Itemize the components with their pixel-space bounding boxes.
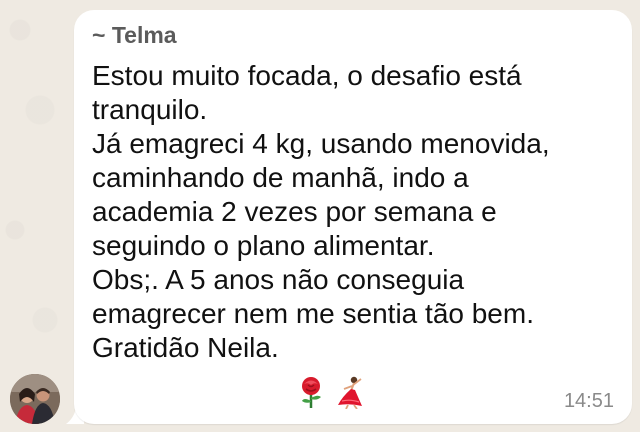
message-text: Estou muito focada, o desafio está tranq… [92, 60, 550, 363]
chat-area: ~ Telma Estou muito focada, o desafio es… [0, 0, 640, 432]
emoji-group [294, 374, 374, 410]
profile-photo-icon [10, 374, 60, 424]
message-time: 14:51 [563, 390, 614, 412]
rose-emoji-icon [294, 375, 328, 409]
message-bubble[interactable]: ~ Telma Estou muito focada, o desafio es… [74, 10, 632, 424]
sender-avatar[interactable] [10, 374, 60, 424]
sender-name[interactable]: ~ Telma [92, 22, 177, 49]
dancer-emoji-icon [334, 375, 368, 409]
